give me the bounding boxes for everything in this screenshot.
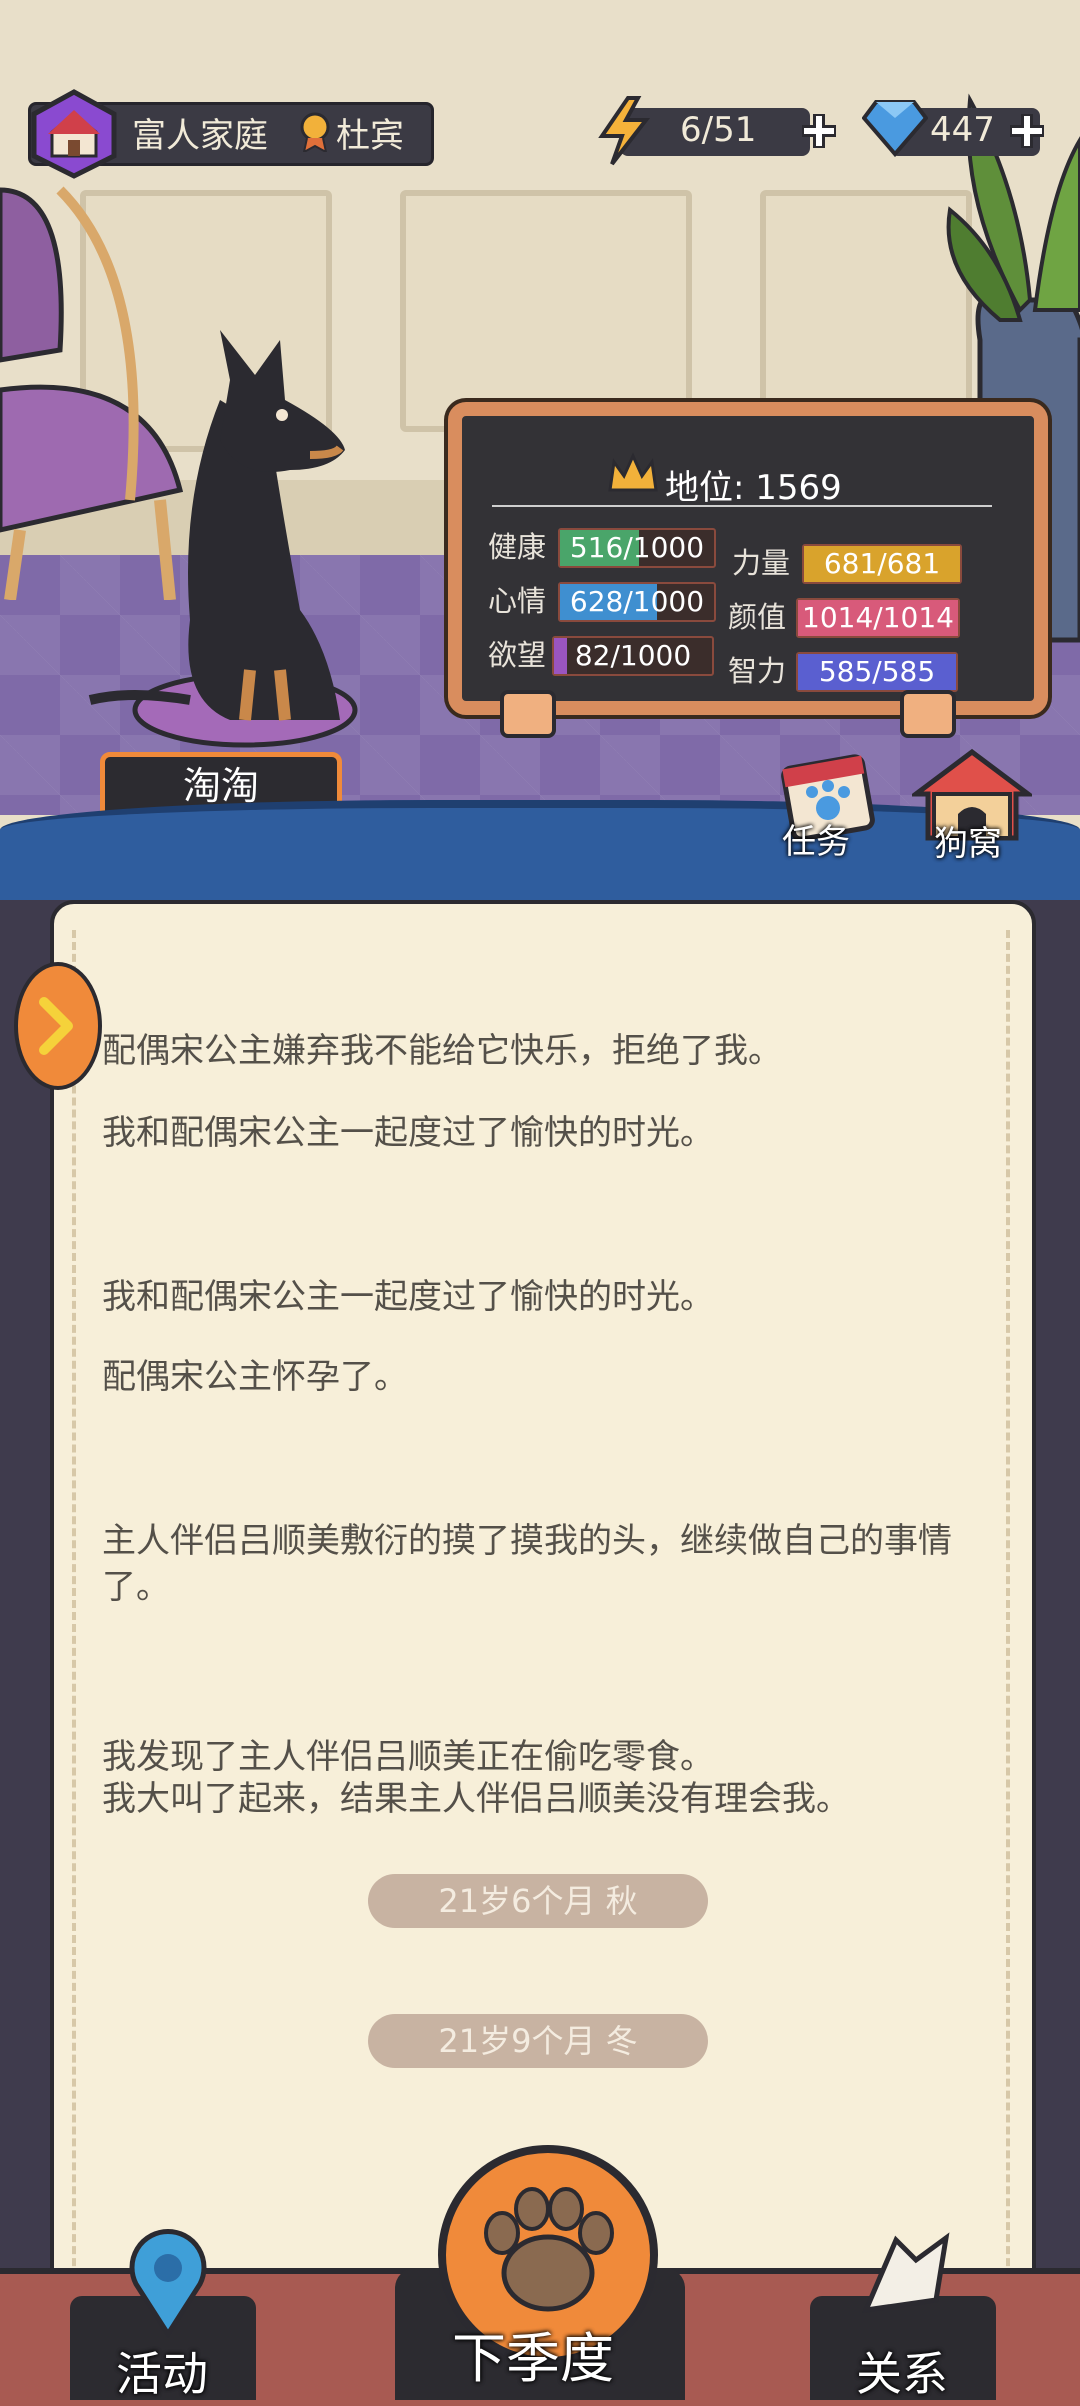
medal-icon [300,112,330,152]
tasks-label: 任务 [782,822,850,862]
stat-label-strength: 力量 [732,546,791,580]
chevron-right-icon [39,997,73,1055]
log-entry: 配偶宋公主怀孕了。 [102,1357,408,1397]
log-entry: 我和配偶宋公主一起度过了愉快的时光。 [102,1277,714,1317]
expand-log-button[interactable] [14,962,102,1090]
stat-label-mood: 心情 [488,584,547,618]
season-date-badge: 21岁6个月 秋 [368,1874,708,1928]
stat-label-looks: 颜值 [728,600,787,634]
health-value: 516/1000 [569,531,705,564]
strength-value: 681/681 [823,547,941,580]
map-pin-icon [129,2229,207,2338]
intelligence-value: 585/585 [818,655,936,688]
season-date-badge: 21岁9个月 冬 [368,2014,708,2068]
next-season-label: 下季度 [452,2327,614,2390]
desire-value: 82/1000 [574,639,692,672]
crown-icon [608,452,658,492]
add-gems-button[interactable] [1006,110,1048,152]
log-entry: 我和配偶宋公主一起度过了愉快的时光。 [102,1113,714,1153]
board-leg [500,690,556,738]
wall-panel [400,190,692,432]
energy-value: 6/51 [680,110,757,150]
looks-value: 1014/1014 [802,601,954,634]
activity-label: 活动 [116,2347,208,2401]
stat-label-desire: 欲望 [488,638,547,672]
handshake-icon [861,2232,950,2314]
diamond-icon [862,100,928,158]
log-entry: 我发现了主人伴侣吕顺美正在偷吃零食。 [102,1737,714,1777]
health-bar: 516/1000 [558,528,716,568]
relations-label: 关系 [856,2347,948,2401]
family-house-icon[interactable] [28,88,120,180]
mood-value: 628/1000 [569,585,705,618]
owner-name: 杜宾 [336,116,404,156]
strength-bar: 681/681 [802,544,962,584]
gem-value: 447 [930,110,995,150]
board-leg [900,690,956,738]
doberman-pet[interactable] [70,320,370,760]
doghouse-label: 狗窝 [934,824,1002,864]
log-entry: 主人伴侣吕顺美敷衍的摸了摸我的头，继续做自己的事情了。 [102,1521,952,1607]
mood-bar: 628/1000 [558,582,716,622]
status-rank: 地位: 1569 [665,468,842,508]
desire-bar: 82/1000 [552,636,714,676]
add-energy-button[interactable] [798,110,840,152]
lightning-icon [598,96,651,166]
family-type-label: 富人家庭 [132,116,268,156]
intelligence-bar: 585/585 [796,652,958,692]
log-entry: 我大叫了起来，结果主人伴侣吕顺美没有理会我。 [102,1779,850,1819]
doghouse-button[interactable]: 狗窝 [908,748,1036,868]
stat-label-intelligence: 智力 [728,654,787,688]
log-entry: 配偶宋公主嫌弃我不能给它快乐，拒绝了我。 [102,1031,782,1071]
tasks-button[interactable]: 任务 [780,752,890,862]
board-divider [492,505,992,507]
stat-label-health: 健康 [488,530,547,564]
looks-bar: 1014/1014 [796,598,960,638]
